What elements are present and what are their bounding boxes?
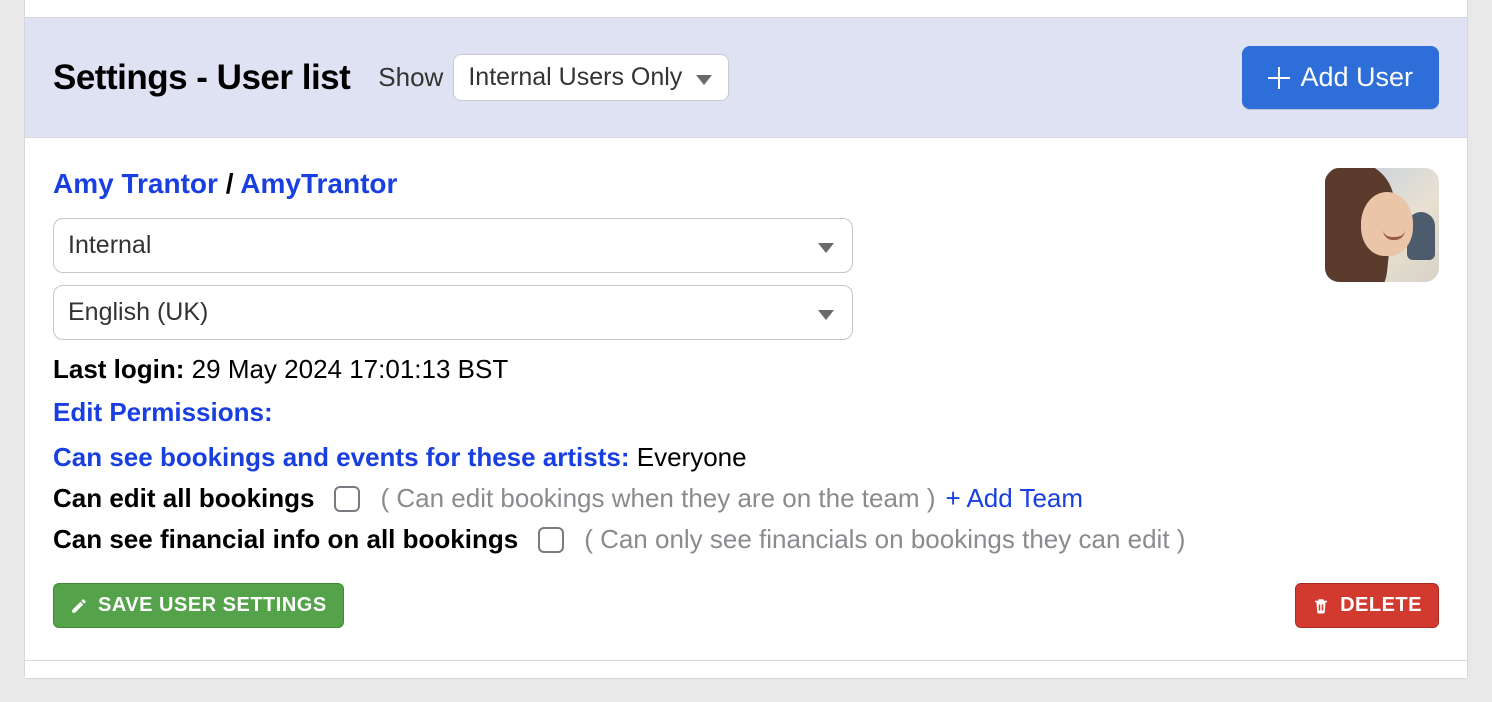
last-login-value: 29 May 2024 17:01:13 BST	[192, 354, 509, 384]
edit-all-label: Can edit all bookings	[53, 483, 314, 514]
plus-icon	[1268, 67, 1290, 89]
edit-all-checkbox[interactable]	[334, 486, 360, 512]
see-bookings-value: Everyone	[637, 442, 747, 472]
panel-bottom-strip	[25, 660, 1467, 678]
see-financial-label: Can see financial info on all bookings	[53, 524, 518, 555]
last-login-label: Last login	[53, 354, 176, 384]
save-label: SAVE USER SETTINGS	[98, 594, 327, 617]
settings-panel: Settings - User list Show Internal Users…	[24, 0, 1468, 679]
name-separator: /	[226, 168, 241, 199]
panel-top-strip	[25, 0, 1467, 18]
see-bookings-label[interactable]: Can see bookings and events for these ar…	[53, 442, 630, 472]
user-type-value: Internal	[68, 231, 151, 259]
actions-row: SAVE USER SETTINGS DELETE	[53, 583, 1439, 628]
filter-label: Show	[378, 62, 443, 93]
edit-all-hint: ( Can edit bookings when they are on the…	[380, 483, 935, 514]
add-user-button[interactable]: Add User	[1242, 46, 1439, 109]
language-select[interactable]: English (UK)	[53, 285, 853, 340]
language-value: English (UK)	[68, 298, 208, 326]
see-financial-hint: ( Can only see financials on bookings th…	[584, 524, 1185, 555]
filter-select-value: Internal Users Only	[468, 65, 682, 90]
add-user-label: Add User	[1300, 62, 1413, 93]
delete-button[interactable]: DELETE	[1295, 583, 1439, 628]
avatar[interactable]	[1325, 168, 1439, 282]
user-display-name-link[interactable]: Amy Trantor	[53, 168, 218, 199]
filter-select[interactable]: Internal Users Only	[453, 54, 729, 101]
save-button[interactable]: SAVE USER SETTINGS	[53, 583, 344, 628]
header-left: Settings - User list Show Internal Users…	[53, 54, 729, 101]
trash-icon	[1312, 597, 1330, 615]
see-financial-line: Can see financial info on all bookings (…	[53, 524, 1439, 555]
edit-permissions-heading[interactable]: Edit Permissions:	[53, 397, 1439, 428]
user-name-line: Amy Trantor / AmyTrantor	[53, 168, 1439, 200]
page-title: Settings - User list	[53, 58, 350, 98]
user-type-select[interactable]: Internal	[53, 218, 853, 273]
see-bookings-line: Can see bookings and events for these ar…	[53, 442, 1439, 473]
username-link[interactable]: AmyTrantor	[240, 168, 397, 199]
add-team-link[interactable]: + Add Team	[945, 483, 1083, 514]
pencil-icon	[70, 597, 88, 615]
edit-all-line: Can edit all bookings ( Can edit booking…	[53, 483, 1439, 514]
page-header: Settings - User list Show Internal Users…	[25, 18, 1467, 138]
delete-label: DELETE	[1340, 594, 1422, 617]
user-card: Amy Trantor / AmyTrantor Internal Englis…	[25, 138, 1467, 660]
filter-wrap: Show Internal Users Only	[378, 54, 729, 101]
last-login-line: Last login: 29 May 2024 17:01:13 BST	[53, 354, 1439, 385]
see-financial-checkbox[interactable]	[538, 527, 564, 553]
